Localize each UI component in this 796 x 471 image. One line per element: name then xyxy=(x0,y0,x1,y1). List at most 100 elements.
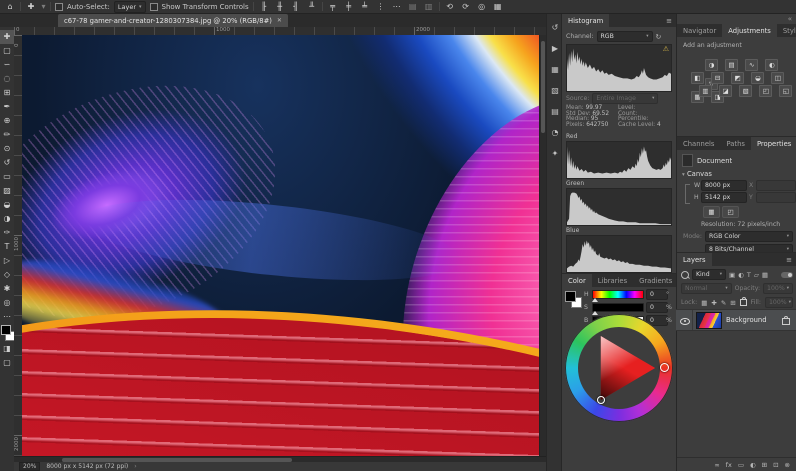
canvas[interactable] xyxy=(22,35,546,456)
layer-group-icon[interactable]: ⊞ xyxy=(762,461,767,469)
color-panel-swatches[interactable] xyxy=(565,291,581,307)
eyedropper-tool[interactable]: ✒ xyxy=(0,100,14,114)
tab-channels[interactable]: Channels xyxy=(677,137,720,150)
tab-navigator[interactable]: Navigator xyxy=(677,24,722,37)
libraries-icon[interactable]: ▤ xyxy=(547,105,563,119)
color-fill-icon[interactable]: ◱ xyxy=(779,85,792,97)
tab-layers[interactable]: Layers xyxy=(677,253,712,266)
link-layers-icon[interactable]: ∞ xyxy=(714,461,719,469)
layer-lock-icon[interactable] xyxy=(782,318,790,325)
auto-select-target-dropdown[interactable]: Layer▾ xyxy=(114,1,146,13)
panel-menu-icon[interactable]: ≡ xyxy=(782,253,796,266)
fill-field[interactable]: 100%▾ xyxy=(765,297,793,308)
tab-adjustments[interactable]: Adjustments xyxy=(722,24,777,37)
zoom-tool[interactable]: ◎ xyxy=(0,296,14,310)
filter-adjustment-layers-icon[interactable]: ◐ xyxy=(738,271,744,279)
gradient-tool[interactable]: ▨ xyxy=(0,184,14,198)
move-tool[interactable]: ✚ xyxy=(0,30,14,44)
brush-settings-icon[interactable]: ▦ xyxy=(547,63,563,77)
channel-dropdown[interactable]: RGB▾ xyxy=(597,31,653,42)
gradient-map-icon[interactable]: ▧ xyxy=(739,85,752,97)
tab-histogram[interactable]: Histogram xyxy=(562,14,609,27)
filter-type-layers-icon[interactable]: T xyxy=(747,271,751,279)
trim-canvas-button[interactable]: ◰ xyxy=(722,206,739,218)
tab-styles[interactable]: Styles xyxy=(777,24,796,37)
align-left-icon[interactable]: ╟ xyxy=(258,2,270,11)
screen-mode-icon[interactable]: ▢ xyxy=(0,356,14,370)
close-icon[interactable]: ✕ xyxy=(277,17,282,24)
layer-visibility-eye-icon[interactable] xyxy=(680,318,690,325)
collapse-panels-icon[interactable]: « xyxy=(788,15,792,23)
threshold-icon[interactable]: ◪ xyxy=(719,85,732,97)
history-brush-tool[interactable]: ↺ xyxy=(0,156,14,170)
canvas-section-header[interactable]: ▾ Canvas xyxy=(682,170,712,178)
height-field[interactable]: 5142 px xyxy=(701,192,747,203)
hand-tool[interactable]: ✱ xyxy=(0,282,14,296)
lasso-tool[interactable]: ∽ xyxy=(0,58,14,72)
filter-pixel-layers-icon[interactable]: ▣ xyxy=(729,271,735,279)
shape-tool[interactable]: ◇ xyxy=(0,268,14,282)
lock-pixels-icon[interactable]: ✎ xyxy=(721,299,726,307)
foreground-color-swatch[interactable] xyxy=(1,325,11,335)
crop-tool[interactable]: ⊞ xyxy=(0,86,14,100)
selective-color-icon[interactable]: ◰ xyxy=(759,85,772,97)
align-right-icon[interactable]: ╢ xyxy=(290,2,302,11)
adjustment-layer-icon[interactable]: ◐ xyxy=(750,461,756,469)
distribute-center-icon[interactable]: ╪ xyxy=(343,2,355,11)
home-icon[interactable]: ⌂ xyxy=(4,2,16,11)
warning-icon[interactable]: ⚠ xyxy=(663,45,669,53)
hue-ring-selector[interactable] xyxy=(660,363,669,372)
saturation-value-field[interactable]: 0 xyxy=(646,302,668,313)
show-transform-checkbox[interactable] xyxy=(150,3,158,11)
chevron-down-icon[interactable]: ▾ xyxy=(41,2,46,11)
edit-toolbar-icon[interactable]: ⋯ xyxy=(0,310,14,324)
delete-layer-icon[interactable]: ⊗ xyxy=(785,461,790,469)
lock-position-icon[interactable]: ✚ xyxy=(711,299,716,307)
clone-stamp-tool[interactable]: ⊙ xyxy=(0,142,14,156)
hue-slider[interactable] xyxy=(592,290,644,299)
saturation-slider[interactable] xyxy=(592,303,644,312)
uncached-refresh-icon[interactable]: ↻ xyxy=(656,33,662,41)
history-icon[interactable]: ↺ xyxy=(547,21,563,35)
actions-icon[interactable]: ▶ xyxy=(547,42,563,56)
pen-tool[interactable]: ✑ xyxy=(0,226,14,240)
distribute-bottom-icon[interactable]: ╧ xyxy=(359,2,371,11)
opacity-field[interactable]: 100%▾ xyxy=(763,283,793,294)
tab-properties[interactable]: Properties xyxy=(751,137,796,150)
blend-mode-dropdown[interactable]: Normal▾ xyxy=(681,283,732,294)
auto-select-checkbox[interactable] xyxy=(55,3,63,11)
foreground-color-swatch[interactable] xyxy=(565,291,576,302)
document-tab[interactable]: c67-78 gamer-and-creator-1280307384.jpg … xyxy=(58,14,288,27)
new-layer-icon[interactable]: ⊡ xyxy=(773,461,778,469)
align-bottom-icon[interactable]: ╨ xyxy=(306,2,318,11)
layer-thumbnail[interactable] xyxy=(696,312,722,329)
brush-tool[interactable]: ✏ xyxy=(0,128,14,142)
scrollbar-thumb[interactable] xyxy=(541,41,545,133)
lock-all-icon[interactable] xyxy=(740,299,747,306)
patterns-icon[interactable]: ▧ xyxy=(547,84,563,98)
dodge-tool[interactable]: ◑ xyxy=(0,212,14,226)
comments-icon[interactable]: ✦ xyxy=(547,147,563,161)
marquee-tool[interactable]: ▢ xyxy=(0,44,14,58)
filter-kind-dropdown[interactable]: Kind▾ xyxy=(692,269,726,280)
color-swatches[interactable] xyxy=(0,324,14,342)
filter-smart-objects-icon[interactable]: ▦ xyxy=(762,271,768,279)
quick-mask-icon[interactable]: ◨ xyxy=(0,342,14,356)
search-icon[interactable]: ◎ xyxy=(476,2,488,11)
hue-value-field[interactable]: 0 xyxy=(646,289,668,300)
align-center-icon[interactable]: ╫ xyxy=(274,2,286,11)
tab-libraries[interactable]: Libraries xyxy=(592,274,633,287)
rotate-ccw-icon[interactable]: ⟲ xyxy=(444,2,456,11)
path-selection-tool[interactable]: ▷ xyxy=(0,254,14,268)
type-tool[interactable]: T xyxy=(0,240,14,254)
layer-effects-icon[interactable]: fx xyxy=(726,461,732,469)
info-icon[interactable]: ◔ xyxy=(547,126,563,140)
more-options-icon[interactable]: ⋯ xyxy=(391,2,403,11)
hue-slider-handle[interactable] xyxy=(592,298,598,302)
tab-gradients[interactable]: Gradients xyxy=(633,274,678,287)
triangle-selector[interactable] xyxy=(597,396,605,404)
posterize-icon[interactable]: ▥ xyxy=(699,85,712,97)
filter-shape-layers-icon[interactable]: ▱ xyxy=(754,271,759,279)
status-chevron-icon[interactable]: › xyxy=(134,463,136,470)
tab-color[interactable]: Color xyxy=(562,274,592,287)
